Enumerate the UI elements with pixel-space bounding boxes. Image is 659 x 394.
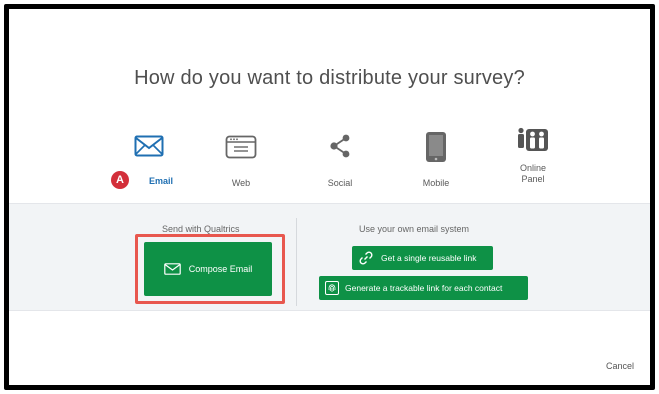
channel-web-label: Web xyxy=(231,178,251,188)
trackable-link-label: Generate a trackable link for each conta… xyxy=(345,283,503,293)
browser-window-icon xyxy=(225,135,257,159)
cancel-button[interactable]: Cancel xyxy=(606,361,634,371)
channel-online-panel[interactable]: Online Panel xyxy=(493,127,573,197)
channel-web[interactable]: Web xyxy=(201,127,281,197)
channel-mobile[interactable]: Mobile xyxy=(396,127,476,197)
channel-mobile-label: Mobile xyxy=(422,178,450,188)
dialog-title: How do you want to distribute your surve… xyxy=(134,67,525,89)
envelope-icon xyxy=(134,135,164,157)
channel-email-label: Email xyxy=(148,176,173,186)
channel-picker: A Email Web Social Mobile Online Panel xyxy=(9,127,650,203)
own-system-section-label: Use your own email system xyxy=(359,224,470,234)
tablet-icon xyxy=(426,132,446,162)
reusable-link-label: Get a single reusable link xyxy=(381,253,477,263)
compose-email-label: Compose Email xyxy=(188,264,253,274)
qualtrics-section-label: Send with Qualtrics xyxy=(162,224,240,234)
fingerprint-icon xyxy=(325,281,339,295)
channel-social-label: Social xyxy=(327,178,353,188)
channel-online-panel-label: Online Panel xyxy=(519,163,546,184)
email-options-panel: Send with Qualtrics Compose Email Use yo… xyxy=(9,203,650,311)
channel-social[interactable]: Social xyxy=(300,127,380,197)
link-icon xyxy=(359,251,373,265)
section-divider xyxy=(296,218,297,306)
compose-email-button[interactable]: Compose Email xyxy=(144,242,272,296)
envelope-icon xyxy=(163,263,181,275)
people-icon xyxy=(518,127,548,151)
channel-email[interactable]: A Email xyxy=(109,127,189,197)
share-icon xyxy=(330,134,350,158)
reusable-link-button[interactable]: Get a single reusable link xyxy=(352,246,493,270)
trackable-link-button[interactable]: Generate a trackable link for each conta… xyxy=(319,276,528,300)
distribution-dialog: How do you want to distribute your surve… xyxy=(4,4,655,390)
